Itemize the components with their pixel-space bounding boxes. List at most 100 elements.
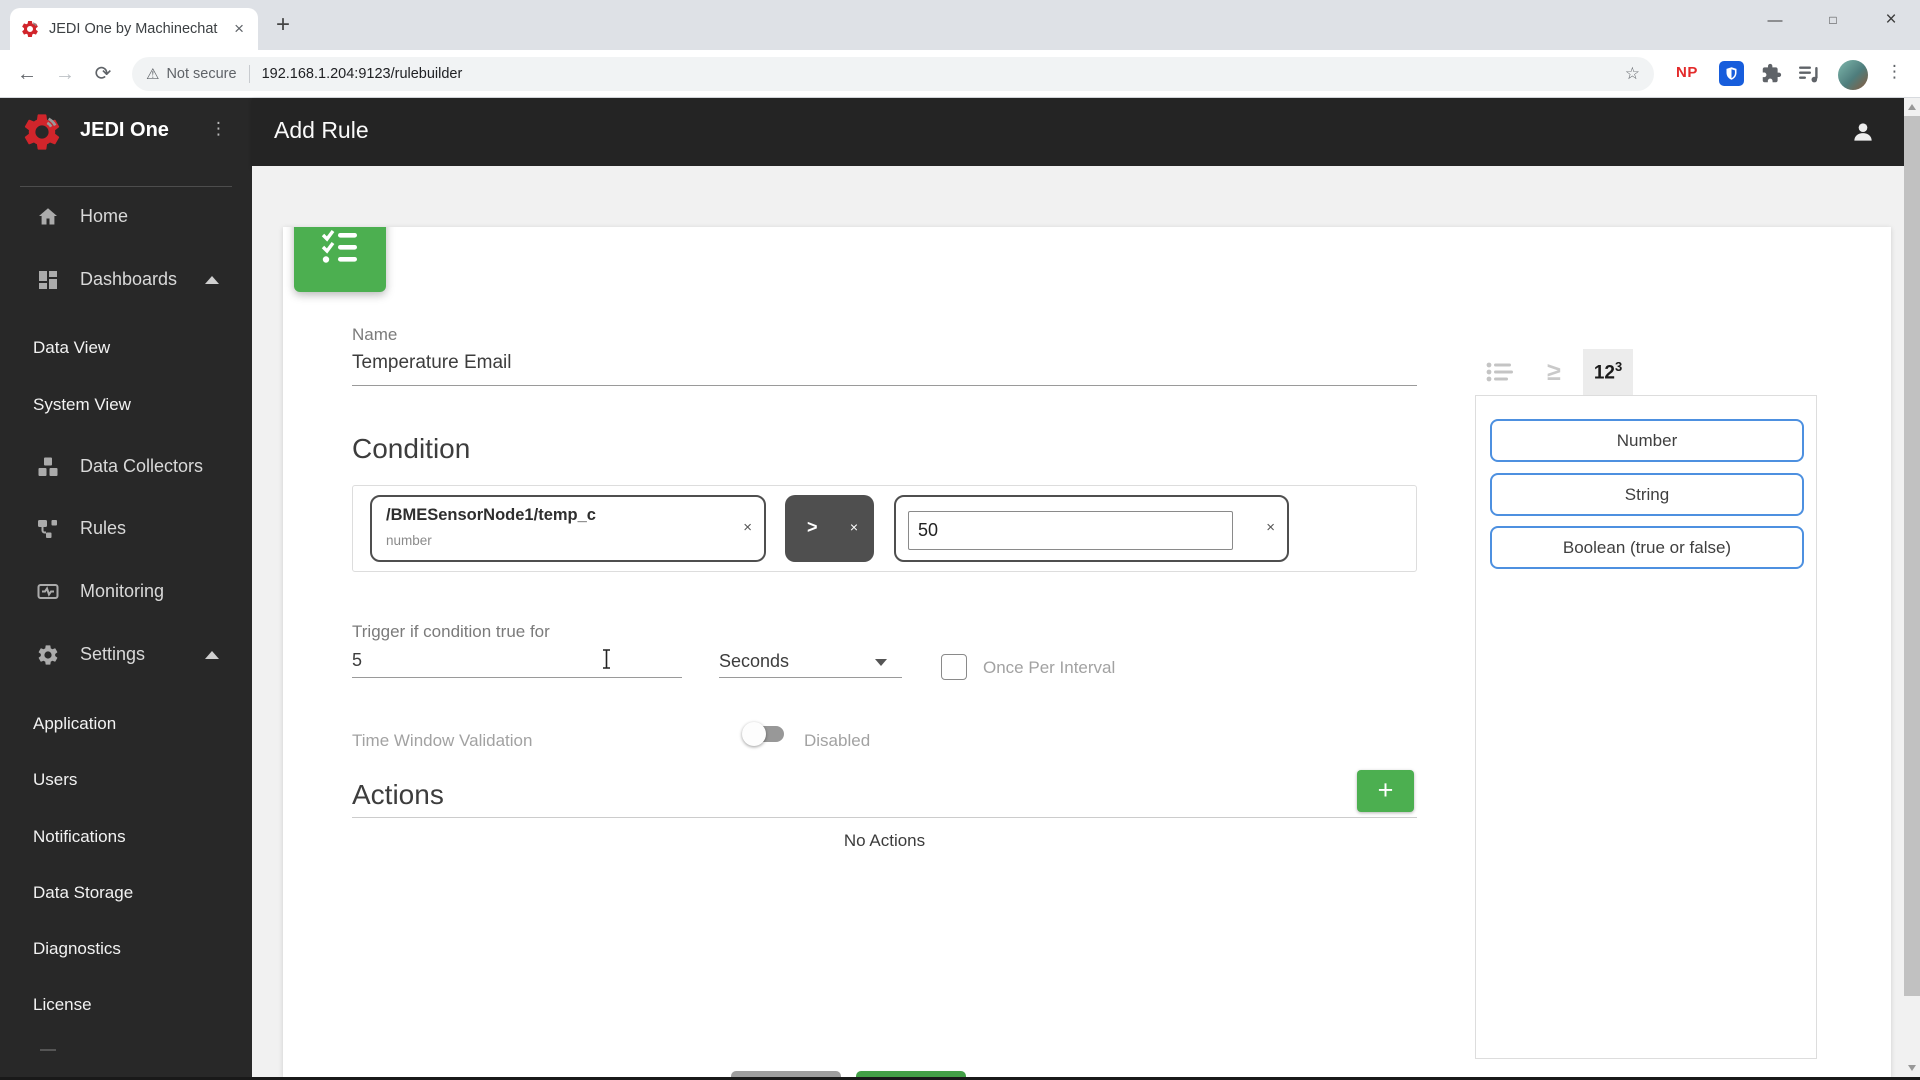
- remove-operator-icon[interactable]: ×: [850, 519, 858, 535]
- tab-title: JEDI One by Machinechat: [49, 21, 218, 37]
- time-window-toggle[interactable]: [742, 722, 784, 746]
- condition-value-input[interactable]: [908, 511, 1233, 550]
- time-window-state: Disabled: [804, 731, 871, 750]
- condition-heading: Condition: [352, 433, 471, 464]
- add-action-button[interactable]: +: [1357, 770, 1414, 812]
- app-header: Add Rule: [252, 98, 1904, 166]
- once-per-interval-checkbox[interactable]: [941, 654, 967, 680]
- url-divider: [248, 65, 250, 83]
- sidebar-item-diagnostics[interactable]: Diagnostics: [0, 929, 252, 969]
- sidebar-item-monitoring[interactable]: Monitoring: [0, 572, 252, 612]
- gte-operator-icon: ≥: [1547, 357, 1561, 386]
- window-minimize-button[interactable]: —: [1746, 0, 1804, 40]
- home-icon: [36, 205, 60, 229]
- tab-close-icon[interactable]: ×: [230, 19, 248, 39]
- sidebar-item-notifications[interactable]: Notifications: [0, 817, 252, 857]
- browser-window: JEDI One by Machinechat × + — □ × ← → ⟳ …: [0, 0, 1920, 1080]
- text-cursor: [601, 649, 612, 669]
- machinechat-logo-icon: [20, 110, 64, 154]
- sidebar-item-data-storage[interactable]: Data Storage: [0, 873, 252, 913]
- tab-properties[interactable]: [1475, 349, 1525, 395]
- monitoring-icon: [36, 580, 60, 604]
- reload-button[interactable]: ⟳: [88, 59, 118, 89]
- settings-gear-icon: [36, 643, 60, 667]
- value-type-panel: Number String Boolean (true or false): [1475, 395, 1817, 1059]
- sidebar: JEDI One ⋮ Home Dashboards Data View Sys…: [0, 98, 252, 1077]
- browser-tab-strip: JEDI One by Machinechat × + — □ ×: [0, 0, 1920, 50]
- scrollbar-thumb[interactable]: [1904, 116, 1920, 996]
- trigger-unit-select[interactable]: Seconds: [719, 651, 789, 672]
- unit-underline: [719, 677, 902, 678]
- brand-name: JEDI One: [80, 119, 169, 141]
- extensions-puzzle-icon[interactable]: [1761, 63, 1782, 89]
- address-bar[interactable]: ⚠ Not secure 192.168.1.204:9123/rulebuil…: [132, 57, 1654, 91]
- bitwarden-extension-icon[interactable]: [1719, 61, 1744, 86]
- remove-property-icon[interactable]: ×: [743, 519, 752, 536]
- sidebar-brand-row: JEDI One ⋮: [0, 108, 252, 158]
- sidebar-item-system-view[interactable]: System View: [0, 385, 252, 425]
- no-actions-text: No Actions: [843, 831, 926, 850]
- sidebar-item-home[interactable]: Home: [0, 197, 252, 237]
- security-warning-icon[interactable]: ⚠: [146, 65, 159, 83]
- forward-button[interactable]: →: [50, 59, 80, 89]
- browser-toolbar: ← → ⟳ ⚠ Not secure 192.168.1.204:9123/ru…: [0, 50, 1920, 98]
- string-type-button[interactable]: String: [1490, 473, 1804, 516]
- main-content: Name Condition /BMESensorNode1/temp_c nu…: [252, 166, 1904, 1077]
- condition-operator-chip[interactable]: > ×: [785, 495, 874, 562]
- sidebar-item-users[interactable]: Users: [0, 760, 252, 800]
- trigger-label: Trigger if condition true for: [352, 622, 550, 641]
- actions-heading: Actions: [352, 779, 444, 810]
- security-label: Not secure: [166, 66, 237, 82]
- np-extension-icon[interactable]: NP: [1676, 64, 1698, 81]
- sidebar-item-data-collectors[interactable]: Data Collectors: [0, 447, 252, 487]
- new-tab-button[interactable]: +: [266, 9, 300, 43]
- rules-icon: [36, 517, 60, 541]
- dashboards-icon: [36, 268, 60, 292]
- window-controls: — □ ×: [1746, 0, 1920, 40]
- trigger-duration-input[interactable]: [352, 650, 672, 671]
- url-text[interactable]: 192.168.1.204:9123/rulebuilder: [262, 66, 1625, 82]
- sidebar-item-dashboards[interactable]: Dashboards: [0, 260, 252, 300]
- sidebar-item-rules[interactable]: Rules: [0, 509, 252, 549]
- sidebar-divider: [20, 186, 232, 187]
- window-maximize-button[interactable]: □: [1804, 0, 1862, 40]
- boolean-type-button[interactable]: Boolean (true or false): [1490, 526, 1804, 569]
- rule-checklist-icon: [294, 227, 386, 292]
- number-type-button[interactable]: Number: [1490, 419, 1804, 462]
- playlist-extension-icon[interactable]: [1799, 65, 1821, 88]
- scroll-down-arrow-icon[interactable]: [1908, 1065, 1916, 1071]
- toggle-knob[interactable]: [742, 722, 766, 746]
- number-123-icon: 123: [1593, 359, 1623, 384]
- remove-value-icon[interactable]: ×: [1266, 519, 1275, 536]
- time-window-label: Time Window Validation: [352, 731, 533, 750]
- sidebar-item-settings[interactable]: Settings: [0, 635, 252, 675]
- window-close-button[interactable]: ×: [1862, 0, 1920, 40]
- condition-row: /BMESensorNode1/temp_c number × > × ×: [352, 485, 1417, 572]
- profile-avatar[interactable]: [1838, 60, 1868, 90]
- browser-tab[interactable]: JEDI One by Machinechat ×: [10, 8, 258, 50]
- rule-card: Name Condition /BMESensorNode1/temp_c nu…: [283, 227, 1891, 1077]
- sidebar-partial-item: [40, 1049, 56, 1051]
- bookmark-star-icon[interactable]: ☆: [1625, 64, 1640, 84]
- user-account-icon[interactable]: [1850, 119, 1876, 145]
- machinechat-favicon: [20, 19, 40, 39]
- sidebar-item-license[interactable]: License: [0, 985, 252, 1025]
- sidebar-item-application[interactable]: Application: [0, 704, 252, 744]
- browser-menu-icon[interactable]: ⋮: [1886, 62, 1903, 82]
- rule-name-input[interactable]: [352, 352, 1412, 374]
- back-button[interactable]: ←: [12, 59, 42, 89]
- tab-operators[interactable]: ≥: [1529, 349, 1579, 395]
- data-collectors-icon: [36, 455, 60, 479]
- scroll-up-arrow-icon[interactable]: [1908, 104, 1916, 110]
- trigger-underline: [352, 677, 682, 678]
- tab-values[interactable]: 123: [1583, 349, 1633, 395]
- chevron-up-icon: [205, 276, 219, 284]
- condition-property-chip[interactable]: /BMESensorNode1/temp_c number ×: [370, 495, 766, 562]
- page-title: Add Rule: [274, 117, 369, 143]
- sidebar-item-data-view[interactable]: Data View: [0, 328, 252, 368]
- sidebar-menu-icon[interactable]: ⋮: [210, 119, 227, 139]
- name-label: Name: [352, 325, 398, 344]
- dropdown-caret-icon[interactable]: [875, 659, 887, 666]
- once-per-interval-label: Once Per Interval: [983, 658, 1116, 677]
- page-scrollbar[interactable]: [1904, 98, 1920, 1077]
